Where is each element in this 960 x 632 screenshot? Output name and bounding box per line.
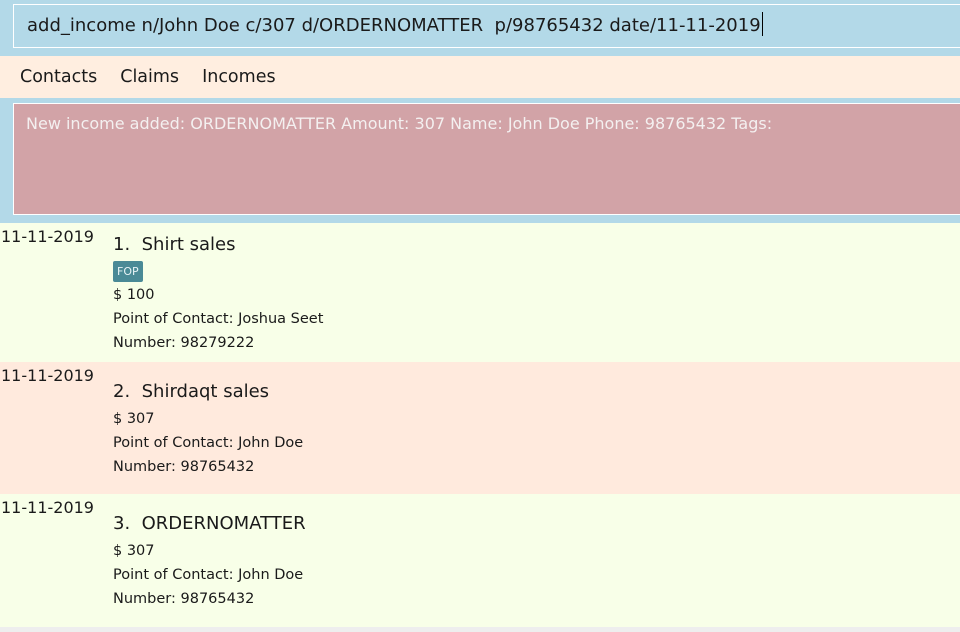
income-amount: $ 307 [113, 543, 155, 559]
income-title: 2. Shirdaqt sales [113, 381, 270, 402]
command-input[interactable]: add_income n/John Doe c/307 d/ORDERNOMAT… [13, 4, 960, 48]
income-card[interactable]: 11-11-2019 1. Shirt sales FOP $ 100 Poin… [0, 223, 960, 362]
income-contact: Point of Contact: Joshua Seet [113, 311, 324, 327]
income-date: 11-11-2019 [1, 227, 94, 246]
income-card[interactable]: 11-11-2019 3. ORDERNOMATTER $ 307 Point … [0, 494, 960, 627]
result-message: New income added: ORDERNOMATTER Amount: … [26, 114, 773, 133]
menu-bar: Contacts Claims Incomes [0, 56, 960, 98]
income-date: 11-11-2019 [1, 498, 94, 517]
income-contact: Point of Contact: John Doe [113, 567, 304, 583]
income-contact: Point of Contact: John Doe [113, 435, 304, 451]
income-title: 3. ORDERNOMATTER [113, 513, 306, 534]
menu-claims[interactable]: Claims [120, 56, 179, 98]
menu-incomes[interactable]: Incomes [202, 56, 276, 98]
income-number: Number: 98765432 [113, 459, 255, 475]
command-box-area: add_income n/John Doe c/307 d/ORDERNOMAT… [0, 0, 960, 56]
income-number: Number: 98765432 [113, 591, 255, 607]
result-display-area: New income added: ORDERNOMATTER Amount: … [0, 98, 960, 223]
menu-contacts[interactable]: Contacts [20, 56, 97, 98]
income-amount: $ 100 [113, 287, 155, 303]
income-title: 1. Shirt sales [113, 234, 236, 255]
result-display[interactable]: New income added: ORDERNOMATTER Amount: … [13, 103, 960, 215]
income-amount: $ 307 [113, 411, 155, 427]
command-text: add_income n/John Doe c/307 d/ORDERNOMAT… [27, 15, 761, 36]
tag-badge: FOP [113, 261, 143, 282]
income-card[interactable]: 11-11-2019 2. Shirdaqt sales $ 307 Point… [0, 362, 960, 494]
income-number: Number: 98279222 [113, 335, 255, 351]
income-list[interactable]: 11-11-2019 1. Shirt sales FOP $ 100 Poin… [0, 223, 960, 627]
text-caret [761, 12, 763, 36]
income-date: 11-11-2019 [1, 366, 94, 385]
